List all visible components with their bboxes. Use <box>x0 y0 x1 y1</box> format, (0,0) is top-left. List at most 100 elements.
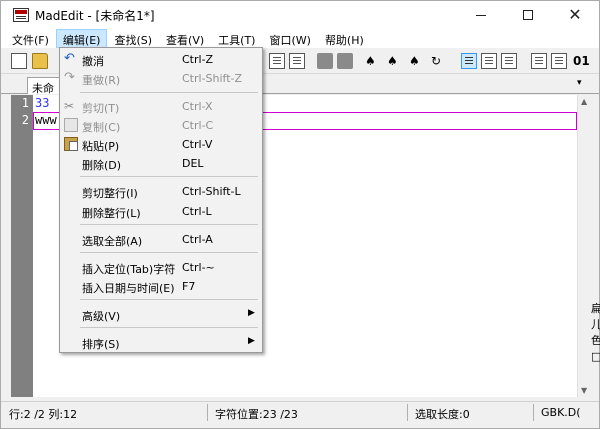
status-encoding[interactable]: GBK.D( <box>541 406 581 419</box>
cut-icon: ✂ <box>64 99 75 113</box>
menu-item-redo[interactable]: ↷ 重做(R) Ctrl-Shift-Z <box>60 69 262 88</box>
status-bar: 行:2 /2 列:12 字符位置:23 /23 选取长度:0 GBK.D( <box>1 401 599 423</box>
editor-line[interactable]: 33 <box>35 96 49 110</box>
clipped-text: 儿 <box>591 318 600 331</box>
menu-item-shortcut: Ctrl-Shift-L <box>182 185 241 198</box>
redo-icon: ↷ <box>64 70 75 85</box>
undo-icon: ↶ <box>64 51 75 66</box>
status-selection: 选取长度:0 <box>415 408 470 421</box>
menu-item-paste[interactable]: 粘贴(P) Ctrl-V <box>60 135 262 154</box>
status-char-pos: 字符位置:23 /23 <box>215 408 298 421</box>
menu-item-label: 排序(S) <box>82 338 120 351</box>
line-number-gutter: 1 2 <box>11 95 33 397</box>
tab-list-dropdown-icon[interactable]: ▾ <box>577 78 582 88</box>
menu-item-label: 剪切(T) <box>82 102 120 115</box>
menu-separator <box>80 176 258 177</box>
menu-item-select-all[interactable]: 选取全部(A) Ctrl-A <box>60 230 262 249</box>
line-number: 1 <box>21 96 29 110</box>
menu-item-label: 插入定位(Tab)字符 <box>82 263 176 276</box>
menu-item-label: 撤消 <box>82 55 104 68</box>
menu-item-shortcut: Ctrl-X <box>182 100 213 113</box>
menu-item-label: 高级(V) <box>82 310 121 323</box>
submenu-arrow-icon: ▶ <box>248 308 255 318</box>
clipped-text: 扁 <box>591 302 600 315</box>
menu-item-cut-line[interactable]: 剪切整行(I) Ctrl-Shift-L <box>60 182 262 201</box>
replace-icon[interactable] <box>269 53 285 69</box>
menu-search[interactable]: 查找(S) <box>107 29 159 48</box>
column-mode-icon[interactable] <box>481 53 497 69</box>
menu-item-copy[interactable]: 复制(C) Ctrl-C <box>60 116 262 135</box>
menu-item-delete-line[interactable]: 删除整行(L) Ctrl-L <box>60 202 262 221</box>
close-button[interactable]: ✕ <box>553 1 597 29</box>
clipped-panel-text: 扁 儿 色 □ <box>591 301 600 365</box>
find-prev-icon[interactable]: ♠ <box>409 53 425 69</box>
menu-item-label: 删除整行(L) <box>82 207 141 220</box>
minimize-button[interactable] <box>459 1 503 29</box>
menu-item-cut[interactable]: ✂ 剪切(T) Ctrl-X <box>60 97 262 116</box>
menu-item-shortcut: Ctrl-V <box>182 138 213 151</box>
menu-item-shortcut: Ctrl-Z <box>182 53 214 66</box>
binary-icon[interactable]: 01 <box>573 53 590 69</box>
close-icon: ✕ <box>568 5 582 24</box>
menu-edit[interactable]: 编辑(E) <box>55 29 108 48</box>
replace-all-icon[interactable]: ↻ <box>431 53 447 69</box>
menu-bar: 文件(F) 编辑(E) 查找(S) 查看(V) 工具(T) 窗口(W) 帮助(H… <box>1 29 599 48</box>
menu-view[interactable]: 查看(V) <box>159 29 211 48</box>
menu-separator <box>80 299 258 300</box>
menu-item-undo[interactable]: ↶ 撤消 Ctrl-Z <box>60 50 262 69</box>
menu-item-shortcut: Ctrl-A <box>182 233 213 246</box>
menu-item-sort[interactable]: 排序(S) ▶ <box>60 333 262 352</box>
menu-item-label: 复制(C) <box>82 121 121 134</box>
submenu-arrow-icon: ▶ <box>248 336 255 346</box>
minimize-icon <box>476 14 486 16</box>
menu-separator <box>80 327 258 328</box>
menu-help[interactable]: 帮助(H) <box>318 29 371 48</box>
scroll-down-icon[interactable]: ▼ <box>581 386 587 395</box>
madedit-app-icon[interactable] <box>13 8 29 22</box>
title-bar: MadEdit - [未命名1*] ✕ <box>1 1 599 29</box>
menu-item-label: 选取全部(A) <box>82 235 143 248</box>
menu-item-label: 删除(D) <box>82 159 122 172</box>
maximize-icon <box>523 10 533 20</box>
menu-item-insert-tab[interactable]: 插入定位(Tab)字符 Ctrl-~ <box>60 258 262 277</box>
menu-item-shortcut: DEL <box>182 157 204 170</box>
hex-mode-icon[interactable] <box>501 53 517 69</box>
scroll-up-icon[interactable]: ▲ <box>581 97 587 106</box>
text-mode-icon[interactable] <box>461 53 477 69</box>
menu-item-delete[interactable]: 删除(D) DEL <box>60 154 262 173</box>
menu-item-advanced[interactable]: 高级(V) ▶ <box>60 305 262 324</box>
bookmark-icon[interactable] <box>317 53 333 69</box>
menu-item-shortcut: Ctrl-C <box>182 119 214 132</box>
menu-item-label: 粘贴(P) <box>82 140 120 153</box>
menu-tools[interactable]: 工具(T) <box>211 29 262 48</box>
status-separator <box>207 404 208 421</box>
menu-window[interactable]: 窗口(W) <box>262 29 317 48</box>
line-number-icon[interactable] <box>551 53 567 69</box>
bookmark-next-icon[interactable] <box>337 53 353 69</box>
edit-menu-dropdown: ↶ 撤消 Ctrl-Z ↷ 重做(R) Ctrl-Shift-Z ✂ 剪切(T)… <box>59 47 263 353</box>
maximize-button[interactable] <box>506 1 550 29</box>
menu-separator <box>80 92 258 93</box>
app-window: MadEdit - [未命名1*] ✕ 文件(F) 编辑(E) 查找(S) 查看… <box>0 0 600 429</box>
menu-item-label: 剪切整行(I) <box>82 187 138 200</box>
clipped-text: 色 <box>591 334 600 347</box>
menu-item-shortcut: Ctrl-L <box>182 205 212 218</box>
find-icon[interactable]: ♠ <box>365 53 381 69</box>
line-number: 2 <box>21 113 29 127</box>
open-folder-icon[interactable] <box>32 53 48 69</box>
clipped-text: □ <box>591 350 600 363</box>
menu-item-label: 重做(R) <box>82 74 121 87</box>
menu-separator <box>80 252 258 253</box>
window-title: MadEdit - [未命名1*] <box>35 9 155 23</box>
find-next-icon[interactable]: ♠ <box>387 53 403 69</box>
new-file-icon[interactable] <box>11 53 27 69</box>
goto-line-icon[interactable] <box>289 53 305 69</box>
menu-item-label: 插入日期与时间(E) <box>82 282 175 295</box>
menu-file[interactable]: 文件(F) <box>5 29 56 48</box>
menu-separator <box>80 224 258 225</box>
paste-icon <box>64 137 78 151</box>
word-wrap-icon[interactable] <box>531 53 547 69</box>
copy-icon <box>64 118 78 132</box>
menu-item-shortcut: Ctrl-Shift-Z <box>182 72 243 85</box>
menu-item-insert-datetime[interactable]: 插入日期与时间(E) F7 <box>60 277 262 296</box>
